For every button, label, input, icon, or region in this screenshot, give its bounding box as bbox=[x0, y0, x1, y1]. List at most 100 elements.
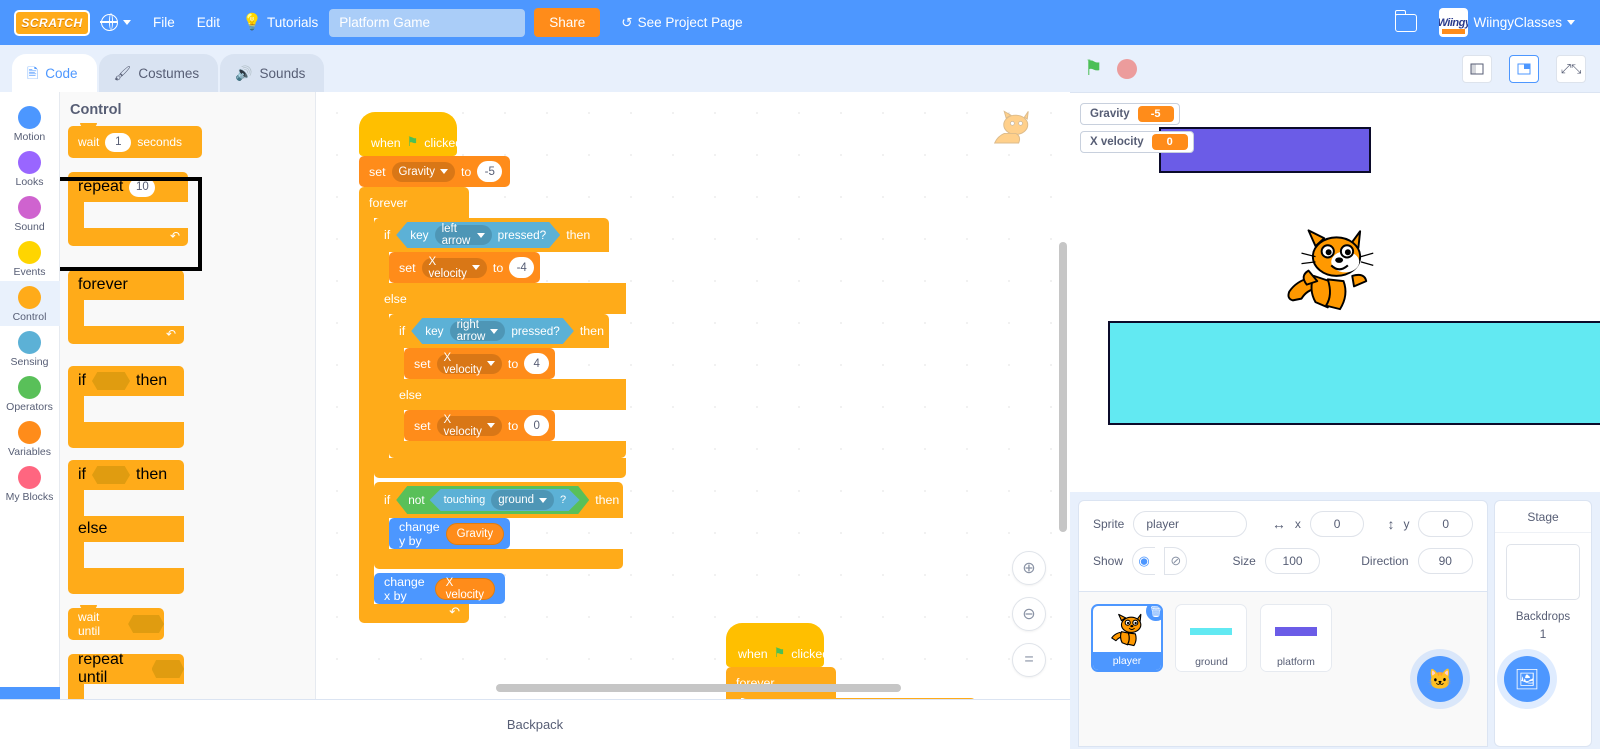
palette-block-repeat[interactable]: repeat 10 ↶ bbox=[68, 172, 188, 246]
scratch-logo[interactable]: SCRATCH bbox=[14, 9, 90, 36]
block-not-operator[interactable]: not touching ground ? bbox=[396, 486, 589, 514]
language-selector[interactable] bbox=[90, 0, 142, 45]
zoom-out-button[interactable]: ⊖ bbox=[1012, 597, 1046, 631]
block-if-left-arrow[interactable]: if key left arrow pressed? then set X ve… bbox=[374, 218, 626, 478]
sidebar-item-events[interactable]: Events bbox=[0, 236, 60, 281]
sidebar-item-looks[interactable]: Looks bbox=[0, 146, 60, 191]
direction-input[interactable]: 90 bbox=[1417, 548, 1473, 574]
choose-backdrop-button[interactable]: 🖼 bbox=[1504, 656, 1550, 702]
block-if-not-touching-ground[interactable]: if not touching ground ? then change y b… bbox=[374, 482, 626, 569]
hide-sprite-button[interactable]: ⊘ bbox=[1164, 547, 1188, 575]
stage-selector-panel[interactable]: Stage Backdrops 1 bbox=[1494, 500, 1592, 747]
block-set-xvel-4[interactable]: set X velocity to 4 bbox=[404, 348, 555, 379]
xvelocity-value-input[interactable]: -4 bbox=[509, 257, 535, 278]
palette-block-wait-until[interactable]: wait until bbox=[68, 605, 164, 640]
sprite-tile-ground[interactable]: ground bbox=[1175, 604, 1248, 672]
green-flag-button[interactable]: ⚑ bbox=[1084, 58, 1103, 79]
variable-monitor-gravity[interactable]: Gravity -5 bbox=[1080, 103, 1180, 125]
workspace-vertical-scrollbar[interactable] bbox=[1059, 242, 1067, 532]
file-menu[interactable]: File bbox=[142, 0, 186, 45]
sidebar-item-variables[interactable]: Variables bbox=[0, 416, 60, 461]
palette-block-forever[interactable]: forever ↶ bbox=[68, 270, 184, 344]
block-change-x-by-xvelocity[interactable]: change x by X velocity bbox=[374, 573, 505, 604]
gravity-variable-dropdown[interactable]: Gravity bbox=[391, 161, 455, 182]
small-stage-button[interactable] bbox=[1462, 54, 1492, 83]
block-palette[interactable]: Control wait 1 seconds repeat 10 ↶ forev… bbox=[60, 92, 316, 699]
share-button[interactable]: Share bbox=[534, 8, 601, 37]
fullscreen-button[interactable]: ⤢⤡ bbox=[1556, 54, 1586, 83]
my-stuff-button[interactable] bbox=[1384, 0, 1428, 45]
palette-block-wait[interactable]: wait 1 seconds bbox=[68, 123, 202, 158]
palette-block-if-then[interactable]: if then bbox=[68, 366, 184, 448]
touching-target-dropdown[interactable]: ground bbox=[491, 490, 554, 510]
sidebar-item-operators[interactable]: Operators bbox=[0, 371, 60, 416]
sprite-name-input[interactable]: player bbox=[1133, 511, 1247, 537]
gravity-reporter[interactable]: Gravity bbox=[445, 522, 505, 545]
sidebar-item-control[interactable]: Control bbox=[0, 281, 60, 326]
sprite-ground-on-stage[interactable] bbox=[1108, 321, 1600, 425]
size-input[interactable]: 100 bbox=[1264, 548, 1321, 574]
block-key-left-arrow-pressed[interactable]: key left arrow pressed? bbox=[396, 222, 560, 248]
large-stage-icon bbox=[1517, 63, 1531, 74]
key-dropdown[interactable]: left arrow bbox=[435, 225, 492, 245]
block-change-y-by-gravity[interactable]: change y by Gravity bbox=[389, 518, 510, 549]
backpack-label: Backpack bbox=[506, 717, 564, 732]
set-label: set bbox=[369, 164, 386, 179]
block-forever[interactable]: forever if key left arrow pressed? then … bbox=[359, 187, 1070, 623]
repeat-value-input[interactable]: 10 bbox=[129, 177, 156, 197]
block-touching-ground[interactable]: touching ground ? bbox=[430, 489, 580, 511]
tab-costumes[interactable]: 🖌 Costumes bbox=[98, 54, 219, 92]
account-menu[interactable]: Wiingy WiingyClasses bbox=[1428, 0, 1586, 45]
stop-button[interactable] bbox=[1116, 58, 1137, 79]
sprite-player-on-stage[interactable] bbox=[1270, 225, 1375, 325]
xvelocity-variable-dropdown[interactable]: X velocity bbox=[421, 256, 487, 280]
variable-monitor-xvelocity[interactable]: X velocity 0 bbox=[1080, 131, 1194, 153]
y-input[interactable]: 0 bbox=[1418, 511, 1474, 537]
xvelocity-value-input[interactable]: 0 bbox=[524, 415, 550, 436]
condition-slot[interactable] bbox=[128, 615, 164, 633]
key-dropdown[interactable]: right arrow bbox=[450, 321, 506, 341]
gravity-value-input[interactable]: -5 bbox=[477, 161, 503, 182]
stage[interactable]: Gravity -5 X velocity 0 bbox=[1070, 92, 1600, 492]
condition-slot[interactable] bbox=[151, 660, 184, 678]
code-workspace[interactable]: when ⚑ clicked set Gravity to -5 forever bbox=[316, 92, 1070, 699]
edit-menu[interactable]: Edit bbox=[186, 0, 231, 45]
show-sprite-button[interactable]: ◉ bbox=[1132, 547, 1156, 575]
block-if-right-arrow[interactable]: if key right arrow pressed? then set X v… bbox=[389, 314, 626, 458]
sprite-tile-platform[interactable]: platform bbox=[1259, 604, 1332, 672]
tutorials-button[interactable]: 💡 Tutorials bbox=[231, 0, 329, 45]
backpack-bar[interactable]: Backpack bbox=[0, 699, 1070, 749]
zoom-reset-button[interactable]: = bbox=[1012, 643, 1046, 677]
xvelocity-value-input[interactable]: 4 bbox=[524, 353, 550, 374]
see-project-page-button[interactable]: ↺ See Project Page bbox=[610, 0, 753, 45]
tab-code[interactable]: 🖹 Code bbox=[12, 54, 97, 92]
palette-block-if-else[interactable]: if then else bbox=[68, 460, 184, 594]
project-title-input[interactable] bbox=[329, 8, 526, 37]
large-stage-button[interactable] bbox=[1509, 54, 1539, 83]
block-key-right-arrow-pressed[interactable]: key right arrow pressed? bbox=[411, 318, 574, 344]
block-set-gravity[interactable]: set Gravity to -5 bbox=[359, 156, 510, 187]
block-set-xvel-minus4[interactable]: set X velocity to -4 bbox=[389, 252, 540, 283]
sidebar-item-sensing[interactable]: Sensing bbox=[0, 326, 60, 371]
x-input[interactable]: 0 bbox=[1309, 511, 1365, 537]
sidebar-item-motion[interactable]: Motion bbox=[0, 101, 60, 146]
tab-sounds[interactable]: 🔊 Sounds bbox=[220, 54, 325, 92]
xvelocity-variable-dropdown[interactable]: X velocity bbox=[436, 352, 502, 376]
sidebar-item-sound[interactable]: Sound bbox=[0, 191, 60, 236]
zoom-in-button[interactable]: ⊕ bbox=[1012, 551, 1046, 585]
xvelocity-variable-dropdown[interactable]: X velocity bbox=[436, 414, 502, 438]
condition-slot[interactable] bbox=[92, 466, 130, 484]
xvelocity-reporter[interactable]: X velocity bbox=[434, 577, 495, 601]
block-when-flag-clicked[interactable]: when ⚑ clicked bbox=[359, 112, 462, 156]
sidebar-item-my-blocks[interactable]: My Blocks bbox=[0, 461, 60, 506]
choose-sprite-button[interactable]: 🐱 bbox=[1417, 656, 1463, 702]
workspace-horizontal-scrollbar[interactable] bbox=[496, 684, 901, 692]
block-set-xvel-0[interactable]: set X velocity to 0 bbox=[404, 410, 555, 441]
palette-block-repeat-until[interactable]: repeat until bbox=[68, 651, 184, 699]
question-label: ? bbox=[560, 494, 567, 506]
script-player-movement[interactable]: when ⚑ clicked set Gravity to -5 forever bbox=[359, 112, 1070, 623]
wait-value-input[interactable]: 1 bbox=[105, 132, 132, 152]
condition-slot[interactable] bbox=[92, 372, 130, 390]
block-when-flag-clicked[interactable]: when ⚑ clicked bbox=[726, 623, 829, 667]
sprite-tile-player[interactable]: 🗑 player bbox=[1091, 604, 1163, 672]
